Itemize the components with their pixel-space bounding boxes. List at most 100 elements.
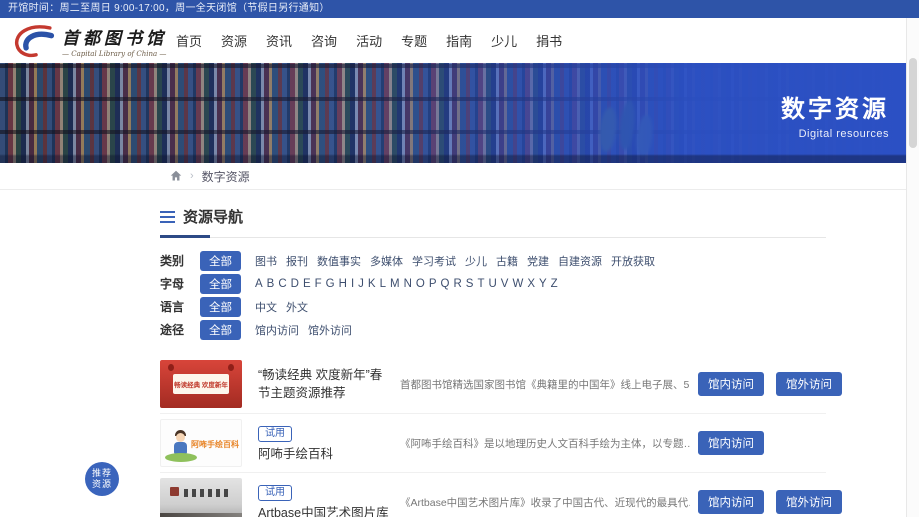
resource-actions: 馆内访问 馆外访问	[698, 372, 842, 396]
filter-option[interactable]: 古籍	[496, 253, 518, 269]
filter-option-letter[interactable]: M	[390, 278, 400, 290]
main-content: 资源导航 类别 全部 图书 报刊 数值事实 多媒体 学习考试 少儿 古籍 党建 自建资源 开放获取…	[160, 206, 842, 517]
filter-option-letter[interactable]: Y	[539, 278, 547, 290]
main-nav: 首页 资源 资讯 咨询 活动 专题 指南 少儿 捐书	[176, 31, 562, 50]
scrollbar-thumb[interactable]	[909, 58, 917, 148]
filter-row-access: 途径 全部 馆内访问 馆外访问	[160, 318, 826, 341]
nav-item[interactable]: 少儿	[491, 31, 517, 50]
filter-option[interactable]: 图书	[255, 253, 277, 269]
filter-option[interactable]: 报刊	[286, 253, 308, 269]
filter-row-category: 类别 全部 图书 报刊 数值事实 多媒体 学习考试 少儿 古籍 党建 自建资源 开放获取	[160, 249, 826, 272]
seal-logo-icon	[170, 487, 179, 496]
filter-option-letter[interactable]: T	[477, 278, 484, 290]
filter-selected-chip[interactable]: 全部	[200, 296, 241, 317]
recommended-resources-float-button[interactable]: 推荐 资源	[85, 462, 119, 496]
filter-options: 中文 外文	[255, 299, 308, 315]
opening-hours-bar: 开馆时间：周二至周日 9:00-17:00，周一全天闭馆（节假日另行通知）	[0, 0, 919, 18]
resource-title[interactable]: 阿咘手绘百科	[258, 445, 390, 463]
filter-option-letter[interactable]: N	[404, 278, 412, 290]
filter-option[interactable]: 自建资源	[558, 253, 602, 269]
filter-selected-chip[interactable]: 全部	[200, 250, 241, 271]
home-icon[interactable]	[170, 170, 182, 182]
filter-option[interactable]: 外文	[286, 299, 308, 315]
filter-option-letter[interactable]: D	[291, 278, 299, 290]
off-site-access-button[interactable]: 馆外访问	[776, 372, 842, 396]
nav-item[interactable]: 活动	[356, 31, 382, 50]
resource-actions: 馆内访问	[698, 431, 826, 455]
resource-title[interactable]: Artbase中国艺术图片库	[258, 504, 390, 517]
filter-option[interactable]: 中文	[255, 299, 277, 315]
breadcrumb-separator: ›	[190, 170, 194, 182]
resource-title[interactable]: “畅读经典 欢度新年”春节主题资源推荐	[258, 366, 390, 402]
resource-description: 首都图书馆精选国家图书馆《典籍里的中国年》线上电子展、5…	[400, 378, 690, 391]
filter-option-letter[interactable]: K	[368, 278, 376, 290]
filter-option[interactable]: 馆内访问	[255, 322, 299, 338]
filter-option-letter[interactable]: F	[315, 278, 322, 290]
filter-option[interactable]: 党建	[527, 253, 549, 269]
filter-option-letter[interactable]: G	[326, 278, 335, 290]
resource-thumbnail[interactable]: 阿咘手绘百科	[160, 419, 242, 467]
list-icon	[160, 210, 175, 223]
library-logo[interactable]: 首都图书馆 — Capital Library of China —	[10, 23, 168, 59]
scrollbar-track[interactable]	[906, 18, 919, 517]
resource-list: 畅读经典 欢度新年 “畅读经典 欢度新年”春节主题资源推荐 首都图书馆精选国家图…	[160, 355, 842, 517]
resource-title-col: 试用 阿咘手绘百科	[258, 423, 390, 463]
filter-option-letter[interactable]: R	[453, 278, 461, 290]
filter-option[interactable]: 多媒体	[370, 253, 403, 269]
off-site-access-button[interactable]: 馆外访问	[776, 490, 842, 514]
resource-description: 《Artbase中国艺术图片库》收录了中国古代、近现代的最具代…	[400, 496, 690, 509]
resource-row: 畅读经典 欢度新年 “畅读经典 欢度新年”春节主题资源推荐 首都图书馆精选国家图…	[160, 355, 842, 414]
breadcrumb-current[interactable]: 数字资源	[202, 168, 250, 185]
filter-option-letter[interactable]: I	[351, 278, 354, 290]
resource-thumbnail[interactable]	[160, 478, 242, 517]
filter-option-letter[interactable]: U	[488, 278, 496, 290]
filter-option-letter[interactable]: J	[358, 278, 364, 290]
filter-option[interactable]: 学习考试	[412, 253, 456, 269]
filter-option-letter[interactable]: E	[303, 278, 311, 290]
resource-thumbnail[interactable]: 畅读经典 欢度新年	[160, 360, 242, 408]
filter-label: 语言	[160, 300, 185, 314]
in-library-access-button[interactable]: 馆内访问	[698, 490, 764, 514]
nav-item[interactable]: 专题	[401, 31, 427, 50]
nav-item[interactable]: 首页	[176, 31, 202, 50]
logo-text: 首都图书馆 — Capital Library of China —	[62, 24, 167, 58]
filter-selected-chip[interactable]: 全部	[200, 319, 241, 340]
nav-item[interactable]: 资讯	[266, 31, 292, 50]
filter-option[interactable]: 数值事实	[317, 253, 361, 269]
calligraphy-decor	[184, 489, 230, 497]
section-heading: 资源导航	[160, 206, 826, 227]
filter-option-letter[interactable]: A	[255, 278, 263, 290]
filter-option-letter[interactable]: B	[267, 278, 275, 290]
filter-option-letter[interactable]: X	[527, 278, 535, 290]
nav-item[interactable]: 指南	[446, 31, 472, 50]
filter-option[interactable]: 馆外访问	[308, 322, 352, 338]
filter-label: 字母	[160, 277, 185, 291]
filter-option-letter[interactable]: Q	[441, 278, 450, 290]
filter-option-letter[interactable]: V	[501, 278, 509, 290]
filter-option-letter[interactable]: P	[429, 278, 437, 290]
section-underline	[160, 235, 826, 238]
filter-option-letter[interactable]: W	[512, 278, 523, 290]
opening-hours-text: 开馆时间：周二至周日 9:00-17:00，周一全天闭馆（节假日另行通知）	[8, 3, 330, 14]
filter-option-letter[interactable]: Z	[551, 278, 558, 290]
filter-selected-chip[interactable]: 全部	[200, 273, 241, 294]
logo-subtitle: — Capital Library of China —	[62, 49, 167, 58]
filter-label: 类别	[160, 254, 185, 268]
resource-title-col: 试用 Artbase中国艺术图片库	[258, 482, 390, 517]
in-library-access-button[interactable]: 馆内访问	[698, 431, 764, 455]
in-library-access-button[interactable]: 馆内访问	[698, 372, 764, 396]
filter-option-letter[interactable]: C	[278, 278, 286, 290]
filter-option-letter[interactable]: S	[466, 278, 474, 290]
filter-options-letters: ABCDEFGHIJKLMNOPQRSTUVWXYZ	[255, 278, 558, 290]
resource-row: 试用 Artbase中国艺术图片库 《Artbase中国艺术图片库》收录了中国古…	[160, 473, 842, 517]
nav-item[interactable]: 咨询	[311, 31, 337, 50]
filter-option[interactable]: 少儿	[465, 253, 487, 269]
filter-option-letter[interactable]: O	[416, 278, 425, 290]
thumbnail-text: 阿咘手绘百科	[191, 440, 239, 449]
filter-option-letter[interactable]: H	[339, 278, 347, 290]
nav-item[interactable]: 资源	[221, 31, 247, 50]
nav-item[interactable]: 捐书	[536, 31, 562, 50]
filter-option-letter[interactable]: L	[380, 278, 386, 290]
filter-option[interactable]: 开放获取	[611, 253, 655, 269]
thumbnail-text: 畅读经典 欢度新年	[173, 374, 229, 394]
